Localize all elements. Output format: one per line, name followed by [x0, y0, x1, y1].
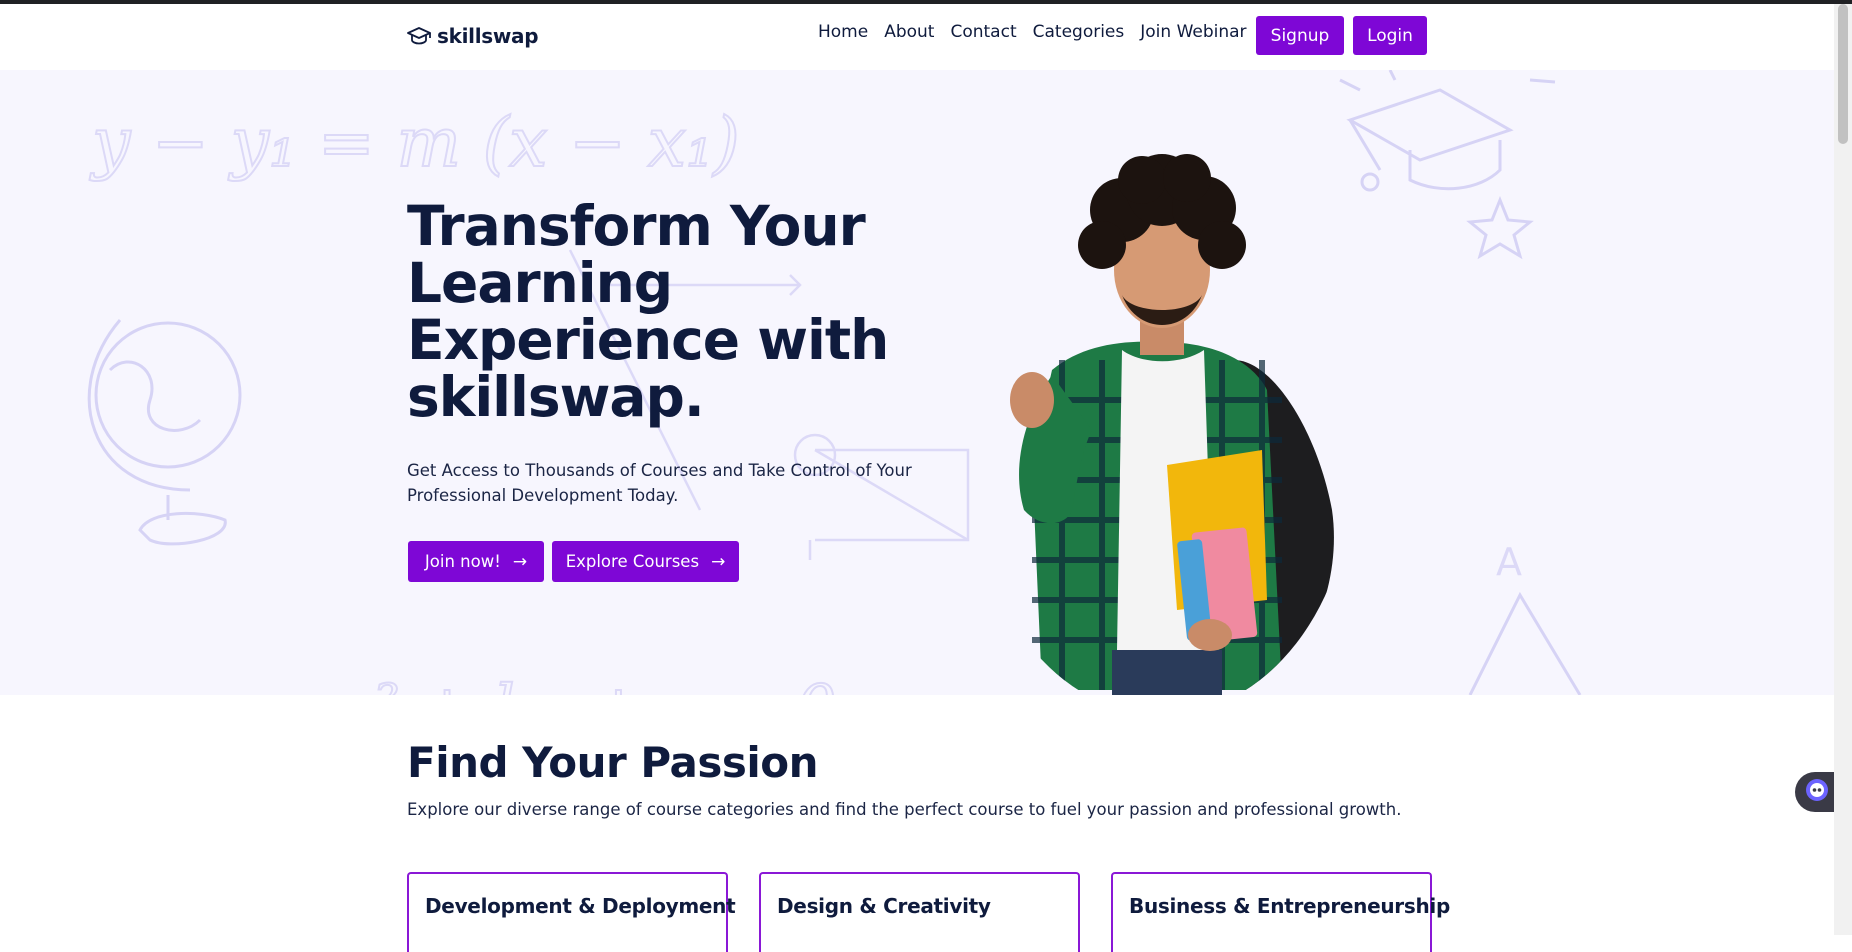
doodle-quadratic-text: ax² + bx + c = 0	[300, 672, 836, 695]
arrow-right-icon: →	[711, 551, 726, 572]
brand-logo[interactable]: skillswap	[407, 24, 539, 48]
hero-subtitle-line: Get Access to Thousands of Courses and T…	[407, 461, 912, 480]
passion-title: Find Your Passion	[407, 738, 818, 787]
cap-doodle	[1339, 70, 1556, 260]
nav-join-webinar-link[interactable]: Join Webinar	[1140, 22, 1246, 42]
category-card-title: Business & Entrepreneurship	[1129, 894, 1450, 918]
nav-links: Home About Contact Categories Join Webin…	[818, 22, 1263, 42]
graduation-cap-icon	[407, 26, 431, 46]
explore-courses-label: Explore Courses	[565, 552, 700, 571]
hero-title-line: Learning	[407, 251, 673, 315]
signup-button[interactable]: Signup	[1256, 16, 1344, 55]
hero-title-line: Experience with	[407, 308, 889, 372]
brand-name: skillswap	[437, 24, 539, 48]
category-card[interactable]: Business & Entrepreneurship	[1111, 872, 1450, 952]
nav-about-link[interactable]: About	[884, 22, 934, 42]
nav-home-link[interactable]: Home	[818, 22, 868, 42]
doodle-equation-text: y − y₁ = m (x − x₁)	[89, 104, 740, 183]
hero-section: y − y₁ = m (x − x₁) ax² + bx + c = 0	[0, 70, 1834, 695]
explore-courses-button[interactable]: Explore Courses →	[552, 541, 739, 582]
category-card[interactable]: Design & Creativity	[759, 872, 1080, 952]
hero-title: Transform Your Learning Experience with …	[407, 198, 927, 426]
svg-text:A: A	[1496, 540, 1522, 584]
hero-title-line: skillswap.	[407, 365, 705, 429]
triangle-doodle: A	[1468, 540, 1582, 695]
nav-categories-link[interactable]: Categories	[1033, 22, 1125, 42]
login-button[interactable]: Login	[1353, 16, 1427, 55]
globe-doodle	[87, 319, 242, 546]
navbar: skillswap Home About Contact Categories …	[0, 4, 1834, 70]
hero-student-image	[1010, 154, 1334, 695]
hero-subtitle-line: Professional Development Today.	[407, 486, 679, 505]
join-now-button[interactable]: Join now! →	[408, 541, 544, 582]
chatbot-icon	[1805, 778, 1829, 806]
nav-contact-link[interactable]: Contact	[950, 22, 1016, 42]
arrow-right-icon: →	[512, 551, 528, 572]
category-card-title: Design & Creativity	[777, 894, 991, 918]
category-card[interactable]: Development & Deployment	[407, 872, 736, 952]
passion-subtitle: Explore our diverse range of course cate…	[407, 800, 1402, 819]
join-now-label: Join now!	[424, 552, 501, 571]
category-card-title: Development & Deployment	[425, 894, 736, 918]
hero-title-line: Transform Your	[407, 194, 866, 258]
scrollbar-thumb[interactable]	[1838, 4, 1848, 144]
hero-subtitle: Get Access to Thousands of Courses and T…	[407, 458, 927, 508]
page-scrollbar[interactable]	[1834, 4, 1852, 935]
